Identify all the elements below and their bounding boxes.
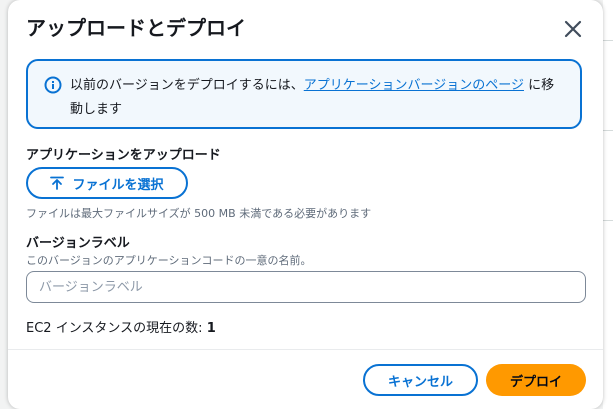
background-divider (603, 220, 613, 221)
instance-count-label: EC2 インスタンスの現在の数: (26, 321, 207, 336)
upload-icon (50, 176, 65, 190)
close-icon[interactable] (561, 17, 585, 41)
background-divider (603, 130, 613, 131)
deploy-button[interactable]: デプロイ (486, 364, 586, 396)
application-versions-link[interactable]: アプリケーションバージョンのページ (304, 78, 524, 93)
info-icon (44, 76, 62, 94)
choose-file-button[interactable]: ファイルを選択 (26, 167, 188, 199)
background-page (603, 0, 613, 409)
background-divider (603, 40, 613, 41)
version-label: バージョンラベル (26, 236, 130, 251)
version-description: このバージョンのアプリケーションコードの一意の名前。 (26, 254, 312, 267)
alert-text-before: 以前のバージョンをデプロイするには、 (70, 78, 304, 93)
version-label-input[interactable] (26, 271, 586, 303)
upload-constraint: ファイルは最大ファイルサイズが 500 MB 未満である必要があります (26, 207, 372, 220)
instance-count: EC2 インスタンスの現在の数: 1 (26, 317, 216, 336)
instance-count-value: 1 (206, 321, 216, 336)
alert-message: 以前のバージョンをデプロイするには、アプリケーションバージョンのページ に移動し… (70, 74, 556, 122)
modal-title: アップロードとデプロイ (26, 16, 246, 40)
info-alert: 以前のバージョンをデプロイするには、アプリケーションバージョンのページ に移動し… (26, 59, 582, 129)
choose-file-label: ファイルを選択 (72, 177, 164, 193)
upload-label: アプリケーションをアップロード (26, 148, 221, 163)
cancel-button[interactable]: キャンセル (363, 364, 478, 396)
footer-divider (8, 349, 603, 350)
upload-deploy-modal: アップロードとデプロイ 以前のバージョンをデプロイするには、アプリケーションバー… (8, 0, 603, 409)
